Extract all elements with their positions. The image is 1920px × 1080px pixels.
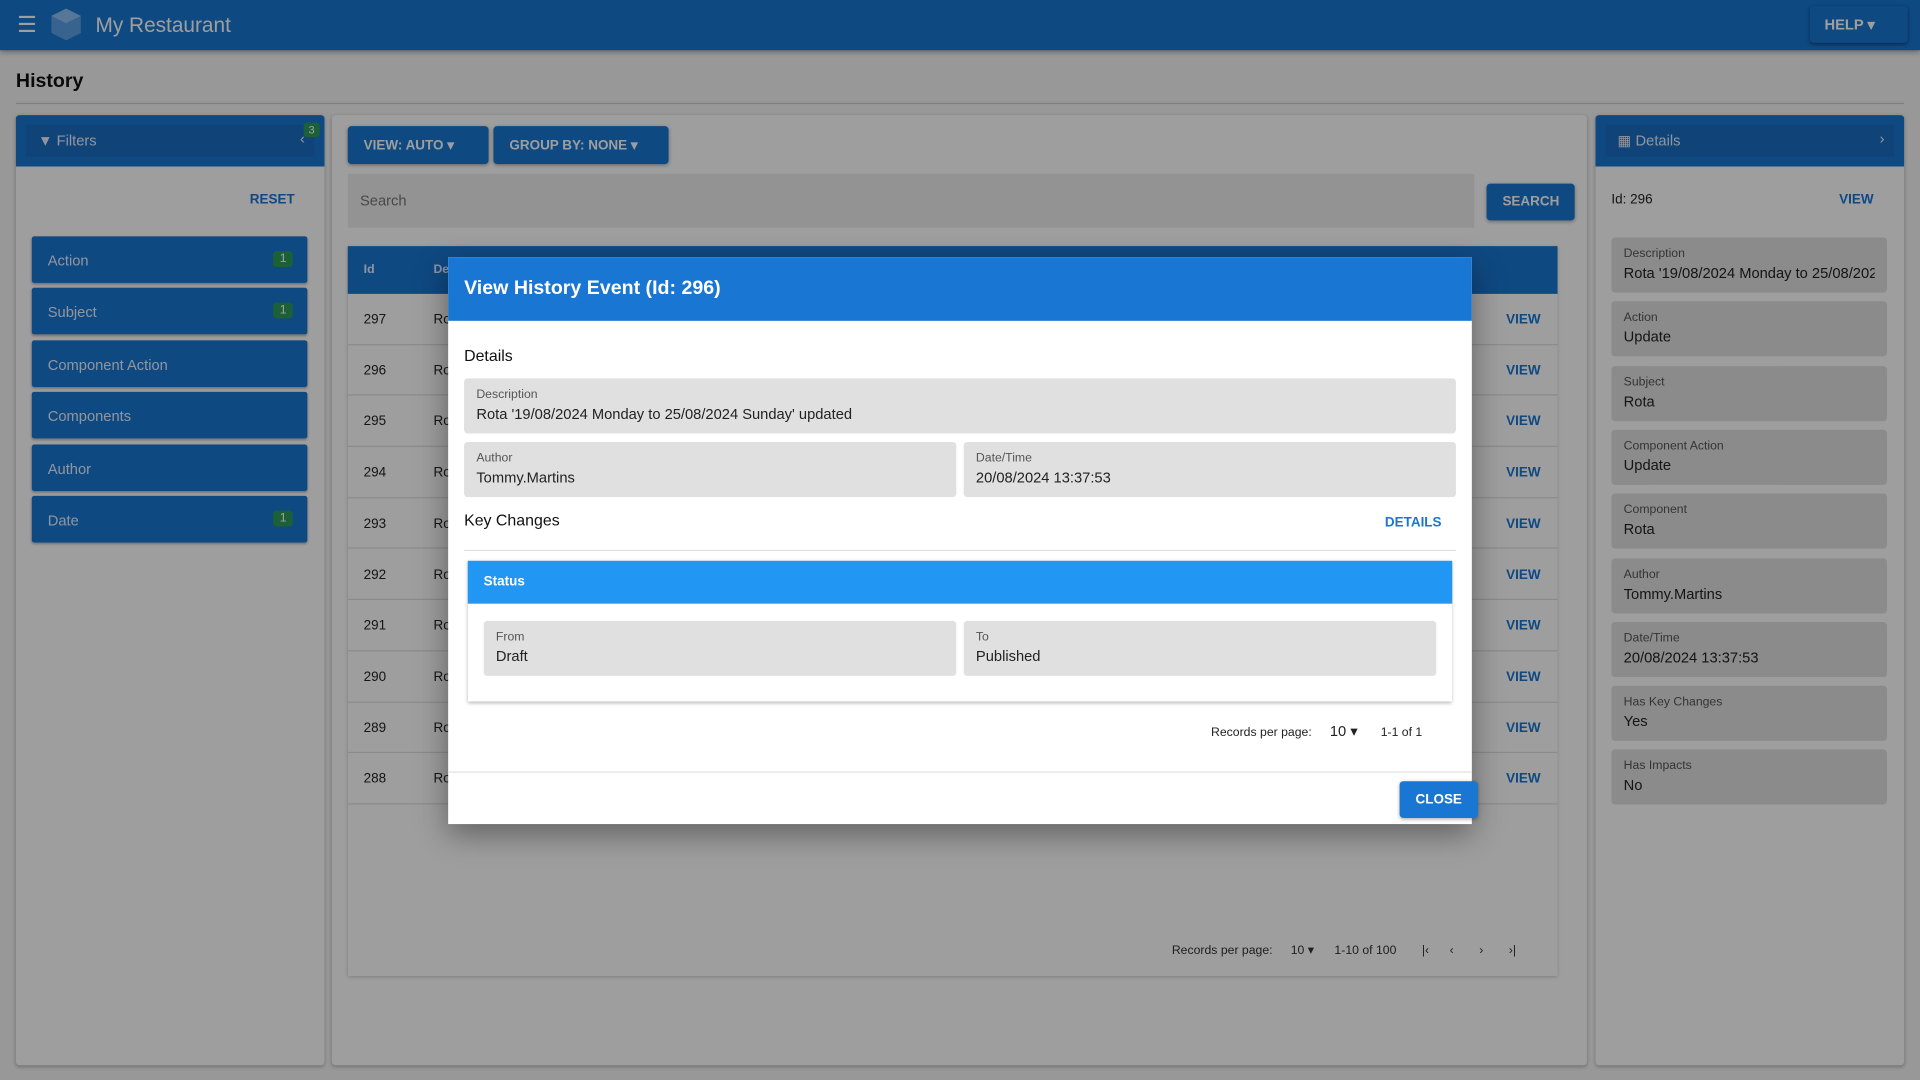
description-field: Description Rota '19/08/2024 Monday to 25…: [464, 378, 1456, 434]
details-link[interactable]: DETAILS: [1385, 516, 1442, 531]
history-event-dialog: View History Event (Id: 296) Details Des…: [448, 257, 1478, 825]
rpp-label: Records per page:: [1211, 726, 1312, 740]
dialog-title: View History Event (Id: 296): [448, 257, 1472, 321]
datetime-field: Date/Time 20/08/2024 13:37:53: [963, 442, 1456, 498]
to-field: To Published: [963, 620, 1437, 676]
page-range: 1-1 of 1: [1380, 726, 1423, 740]
author-field: Author Tommy.Martins: [464, 442, 957, 498]
divider: [448, 771, 1472, 773]
divider: [464, 549, 1456, 552]
key-changes-heading: Key Changes: [464, 510, 560, 529]
close-button[interactable]: CLOSE: [1399, 781, 1478, 818]
rpp-select[interactable]: 10 ▾: [1330, 722, 1358, 739]
status-change-card: Status From Draft To Published: [467, 560, 1453, 702]
from-field: From Draft: [483, 620, 957, 676]
details-heading: Details: [464, 346, 513, 365]
change-title: Status: [467, 560, 1453, 604]
dialog-pagination: Records per page: 10 ▾ 1-1 of 1: [1211, 722, 1422, 739]
